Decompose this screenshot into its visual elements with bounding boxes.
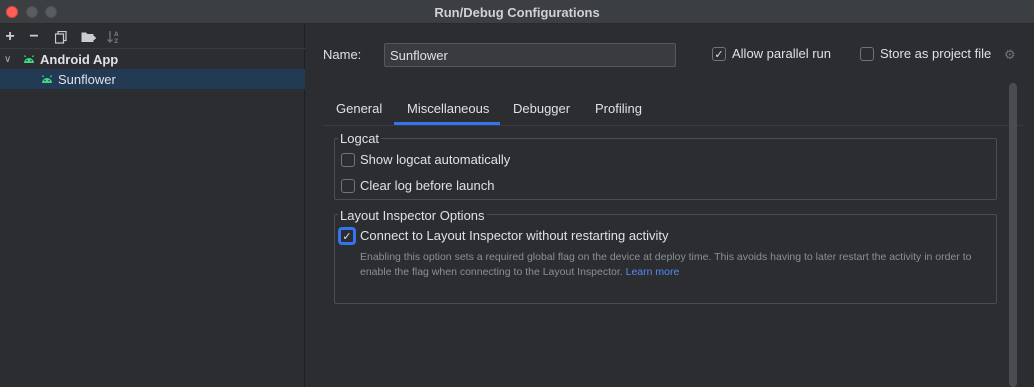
- store-as-project-file-label: Store as project file: [880, 46, 992, 61]
- vertical-scrollbar[interactable]: [1009, 83, 1017, 387]
- connect-layout-inspector-label: Connect to Layout Inspector without rest…: [360, 228, 669, 243]
- clear-log-label: Clear log before launch: [360, 178, 495, 193]
- name-label: Name:: [323, 47, 362, 62]
- configurations-sidebar: + − AZ ∨ Android App Sunflower: [0, 25, 305, 387]
- connect-layout-inspector-checkbox[interactable]: ✓: [339, 228, 355, 244]
- tabs-divider: [323, 125, 1023, 126]
- android-icon: [24, 55, 34, 63]
- tree-group-android-app[interactable]: ∨ Android App: [0, 49, 305, 69]
- allow-parallel-run-label: Allow parallel run: [732, 46, 831, 61]
- title-bar: Run/Debug Configurations: [0, 0, 1034, 24]
- sort-icon[interactable]: AZ: [106, 28, 122, 46]
- gear-icon[interactable]: ⚙: [1004, 48, 1018, 62]
- window-title: Run/Debug Configurations: [434, 5, 600, 20]
- copy-icon[interactable]: [53, 28, 69, 46]
- learn-more-link[interactable]: Learn more: [626, 266, 680, 278]
- android-icon: [42, 75, 52, 83]
- svg-text:Z: Z: [114, 38, 119, 44]
- layout-inspector-help-text: Enabling this option sets a required glo…: [360, 250, 980, 280]
- allow-parallel-run-checkbox[interactable]: ✓: [712, 47, 726, 61]
- tree-item-sunflower[interactable]: Sunflower: [0, 69, 305, 89]
- tab-general[interactable]: General: [336, 101, 382, 116]
- tree-item-label: Sunflower: [58, 71, 116, 87]
- plus-icon[interactable]: +: [2, 28, 18, 46]
- chevron-down-icon[interactable]: ∨: [4, 54, 16, 65]
- folder-plus-icon[interactable]: [80, 28, 96, 46]
- clear-log-checkbox[interactable]: [341, 179, 355, 193]
- layout-inspector-group-title: Layout Inspector Options: [338, 208, 487, 223]
- show-logcat-label: Show logcat automatically: [360, 152, 511, 167]
- logcat-group-title: Logcat: [338, 131, 382, 146]
- tree-group-label: Android App: [40, 51, 119, 67]
- show-logcat-checkbox[interactable]: [341, 153, 355, 167]
- configuration-editor: Name: ✓ Allow parallel run Store as proj…: [306, 25, 1034, 387]
- svg-text:A: A: [114, 31, 119, 38]
- tab-debugger[interactable]: Debugger: [513, 101, 570, 116]
- sidebar-toolbar: + − AZ: [0, 25, 305, 49]
- store-as-project-file-checkbox[interactable]: [860, 47, 874, 61]
- minus-icon[interactable]: −: [26, 28, 42, 46]
- tab-profiling[interactable]: Profiling: [595, 101, 642, 116]
- name-field[interactable]: [384, 43, 676, 67]
- tab-miscellaneous[interactable]: Miscellaneous: [407, 101, 489, 116]
